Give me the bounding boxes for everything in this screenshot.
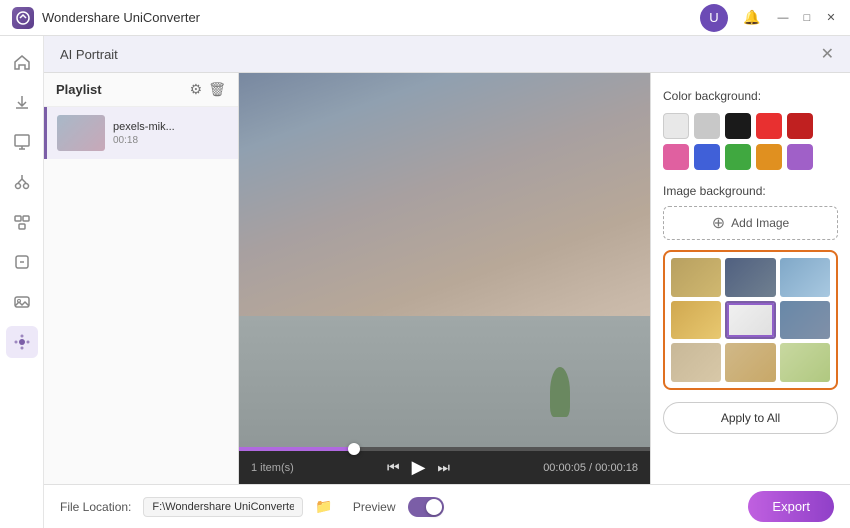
- progress-bar[interactable]: [239, 447, 650, 451]
- color-swatch-white[interactable]: [663, 113, 689, 139]
- progress-handle[interactable]: [348, 443, 360, 455]
- playback-controls: ⏮ ▶ ⏭: [383, 457, 454, 478]
- image-thumb-8[interactable]: [725, 343, 775, 382]
- title-bar: Wondershare UniConverter U 🔔 — □ ✕: [0, 0, 850, 36]
- image-thumb-2[interactable]: [725, 258, 775, 297]
- time-display: 00:00:05 / 00:00:18: [543, 462, 638, 474]
- file-path-input[interactable]: [143, 497, 303, 517]
- prev-button[interactable]: ⏮: [383, 457, 404, 478]
- play-button[interactable]: ▶: [408, 457, 430, 478]
- image-bg-label: Image background:: [663, 184, 838, 198]
- sidebar-icon-compress[interactable]: [6, 246, 38, 278]
- video-preview: 1 item(s) ⏮ ▶ ⏭ 00:00:05 / 00:00:18: [239, 73, 650, 484]
- playlist-item[interactable]: pexels-mik... 00:18: [44, 107, 238, 159]
- playlist-thumbnail: [57, 115, 105, 151]
- dialog-panel: AI Portrait ✕ Playlist ⚙ 🗑: [44, 36, 850, 528]
- playlist-delete-icon[interactable]: 🗑: [208, 81, 226, 98]
- apply-to-all-button[interactable]: Apply to All: [663, 402, 838, 434]
- color-swatch-purple[interactable]: [787, 144, 813, 170]
- playlist-panel: Playlist ⚙ 🗑 pexels-mik... 00:18: [44, 73, 239, 484]
- color-swatch-red[interactable]: [756, 113, 782, 139]
- preview-toggle[interactable]: [408, 497, 444, 517]
- settings-panel: Color background: Image background:: [650, 73, 850, 484]
- video-placeholder: [239, 73, 650, 447]
- export-button[interactable]: Export: [748, 491, 834, 522]
- add-icon: ⊕: [712, 213, 725, 233]
- image-thumb-6[interactable]: [780, 301, 830, 340]
- app-title: Wondershare UniConverter: [42, 10, 200, 25]
- color-swatch-light-gray[interactable]: [694, 113, 720, 139]
- notification-icon[interactable]: 🔔: [738, 4, 766, 32]
- preview-label: Preview: [353, 500, 396, 514]
- content-area: AI Portrait ✕ Playlist ⚙ 🗑: [44, 36, 850, 528]
- color-grid: [663, 113, 838, 170]
- image-thumb-7[interactable]: [671, 343, 721, 382]
- folder-icon[interactable]: 📁: [315, 498, 332, 515]
- add-image-label: Add Image: [731, 216, 789, 230]
- next-button[interactable]: ⏭: [433, 457, 454, 478]
- sidebar-icon-home[interactable]: [6, 46, 38, 78]
- image-thumb-3[interactable]: [780, 258, 830, 297]
- image-grid-wrap: [663, 250, 838, 390]
- image-thumb-1[interactable]: [671, 258, 721, 297]
- close-window-button[interactable]: ✕: [824, 11, 838, 25]
- maximize-button[interactable]: □: [800, 11, 814, 25]
- add-image-button[interactable]: ⊕ Add Image: [663, 206, 838, 240]
- playlist-settings-icon[interactable]: ⚙: [190, 81, 203, 98]
- sidebar-icon-ai[interactable]: [6, 326, 38, 358]
- progress-fill: [239, 447, 354, 451]
- dialog-title: AI Portrait: [60, 47, 118, 62]
- playlist-icons: ⚙ 🗑: [190, 81, 226, 98]
- sidebar-icon-watermark[interactable]: [6, 286, 38, 318]
- app-logo: [12, 7, 34, 29]
- video-frame: [239, 73, 650, 447]
- dialog-header: AI Portrait ✕: [44, 36, 850, 73]
- image-grid: [671, 258, 830, 382]
- bottom-bar: File Location: 📁 Preview Export: [44, 484, 850, 528]
- dialog-close-button[interactable]: ✕: [821, 44, 834, 64]
- video-controls: 1 item(s) ⏮ ▶ ⏭ 00:00:05 / 00:00:18: [239, 451, 650, 484]
- sidebar-icon-merge[interactable]: [6, 206, 38, 238]
- item-count: 1 item(s): [251, 462, 294, 474]
- title-bar-right: U 🔔 — □ ✕: [700, 4, 838, 32]
- avatar-icon[interactable]: U: [700, 4, 728, 32]
- sidebar: [0, 36, 44, 528]
- playlist-info: pexels-mik... 00:18: [113, 121, 228, 146]
- playlist-thumb-image: [57, 115, 105, 151]
- dialog-body: Playlist ⚙ 🗑 pexels-mik... 00:18: [44, 73, 850, 484]
- playlist-header: Playlist ⚙ 🗑: [44, 73, 238, 107]
- color-swatch-dark-red[interactable]: [787, 113, 813, 139]
- color-swatch-pink[interactable]: [663, 144, 689, 170]
- file-location-label: File Location:: [60, 500, 131, 514]
- playlist-duration: 00:18: [113, 135, 228, 146]
- title-bar-left: Wondershare UniConverter: [12, 7, 200, 29]
- sidebar-icon-cut[interactable]: [6, 166, 38, 198]
- image-thumb-5[interactable]: [725, 301, 775, 340]
- image-thumb-9[interactable]: [780, 343, 830, 382]
- main-layout: AI Portrait ✕ Playlist ⚙ 🗑: [0, 36, 850, 528]
- color-swatch-orange[interactable]: [756, 144, 782, 170]
- playlist-title: Playlist: [56, 82, 102, 97]
- sidebar-icon-download[interactable]: [6, 86, 38, 118]
- color-swatch-green[interactable]: [725, 144, 751, 170]
- minimize-button[interactable]: —: [776, 11, 790, 25]
- color-swatch-blue[interactable]: [694, 144, 720, 170]
- sidebar-icon-upload[interactable]: [6, 126, 38, 158]
- color-swatch-black[interactable]: [725, 113, 751, 139]
- playlist-filename: pexels-mik...: [113, 121, 228, 133]
- image-thumb-4[interactable]: [671, 301, 721, 340]
- color-bg-label: Color background:: [663, 89, 838, 103]
- toggle-knob: [426, 499, 442, 515]
